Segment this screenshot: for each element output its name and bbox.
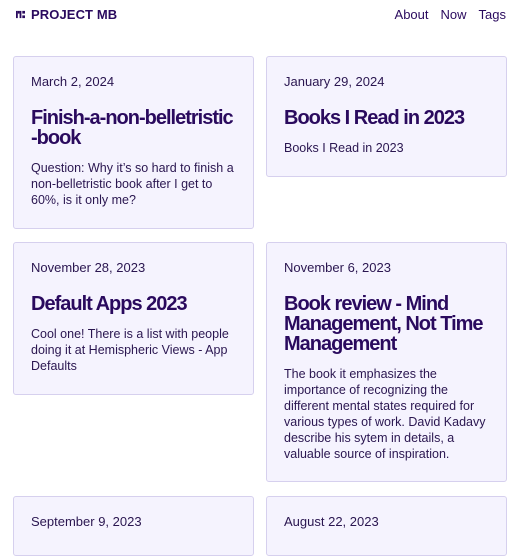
brand-link[interactable]: PROJECT MB [16,7,117,22]
post-title[interactable]: Finish-a-non-belletristic-book [31,108,236,148]
logo-icon [16,10,25,19]
post-card[interactable]: November 28, 2023 Default Apps 2023 Cool… [13,242,254,395]
post-date: August 22, 2023 [284,514,379,529]
post-card[interactable]: September 9, 2023 [13,496,254,556]
main-nav: About Now Tags [395,7,506,22]
site-header: PROJECT MB About Now Tags [0,0,520,30]
post-date: September 9, 2023 [31,514,142,529]
nav-tags[interactable]: Tags [479,7,506,22]
post-date: November 28, 2023 [31,260,146,275]
post-date: January 29, 2024 [284,74,385,89]
post-excerpt: Books I Read in 2023 [284,141,404,155]
nav-about[interactable]: About [395,7,429,22]
post-excerpt: The book it emphasizes the importance of… [284,367,486,461]
post-title[interactable]: Books I Read in 2023 [284,108,489,128]
post-date: November 6, 2023 [284,260,391,275]
post-card[interactable]: January 29, 2024 Books I Read in 2023 Bo… [266,56,507,177]
post-excerpt: Cool one! There is a list with people do… [31,327,229,373]
post-excerpt: Question: Why it’s so hard to finish a n… [31,161,234,207]
post-title[interactable]: Book review - Mind Management, Not Time … [284,294,489,354]
post-date: March 2, 2024 [31,74,115,89]
brand-name: PROJECT MB [31,7,118,22]
nav-now[interactable]: Now [441,7,467,22]
post-card[interactable]: August 22, 2023 [266,496,507,556]
post-title[interactable]: Default Apps 2023 [31,294,236,314]
post-card[interactable]: November 6, 2023 Book review - Mind Mana… [266,242,507,482]
post-card[interactable]: March 2, 2024 Finish-a-non-belletristic-… [13,56,254,229]
